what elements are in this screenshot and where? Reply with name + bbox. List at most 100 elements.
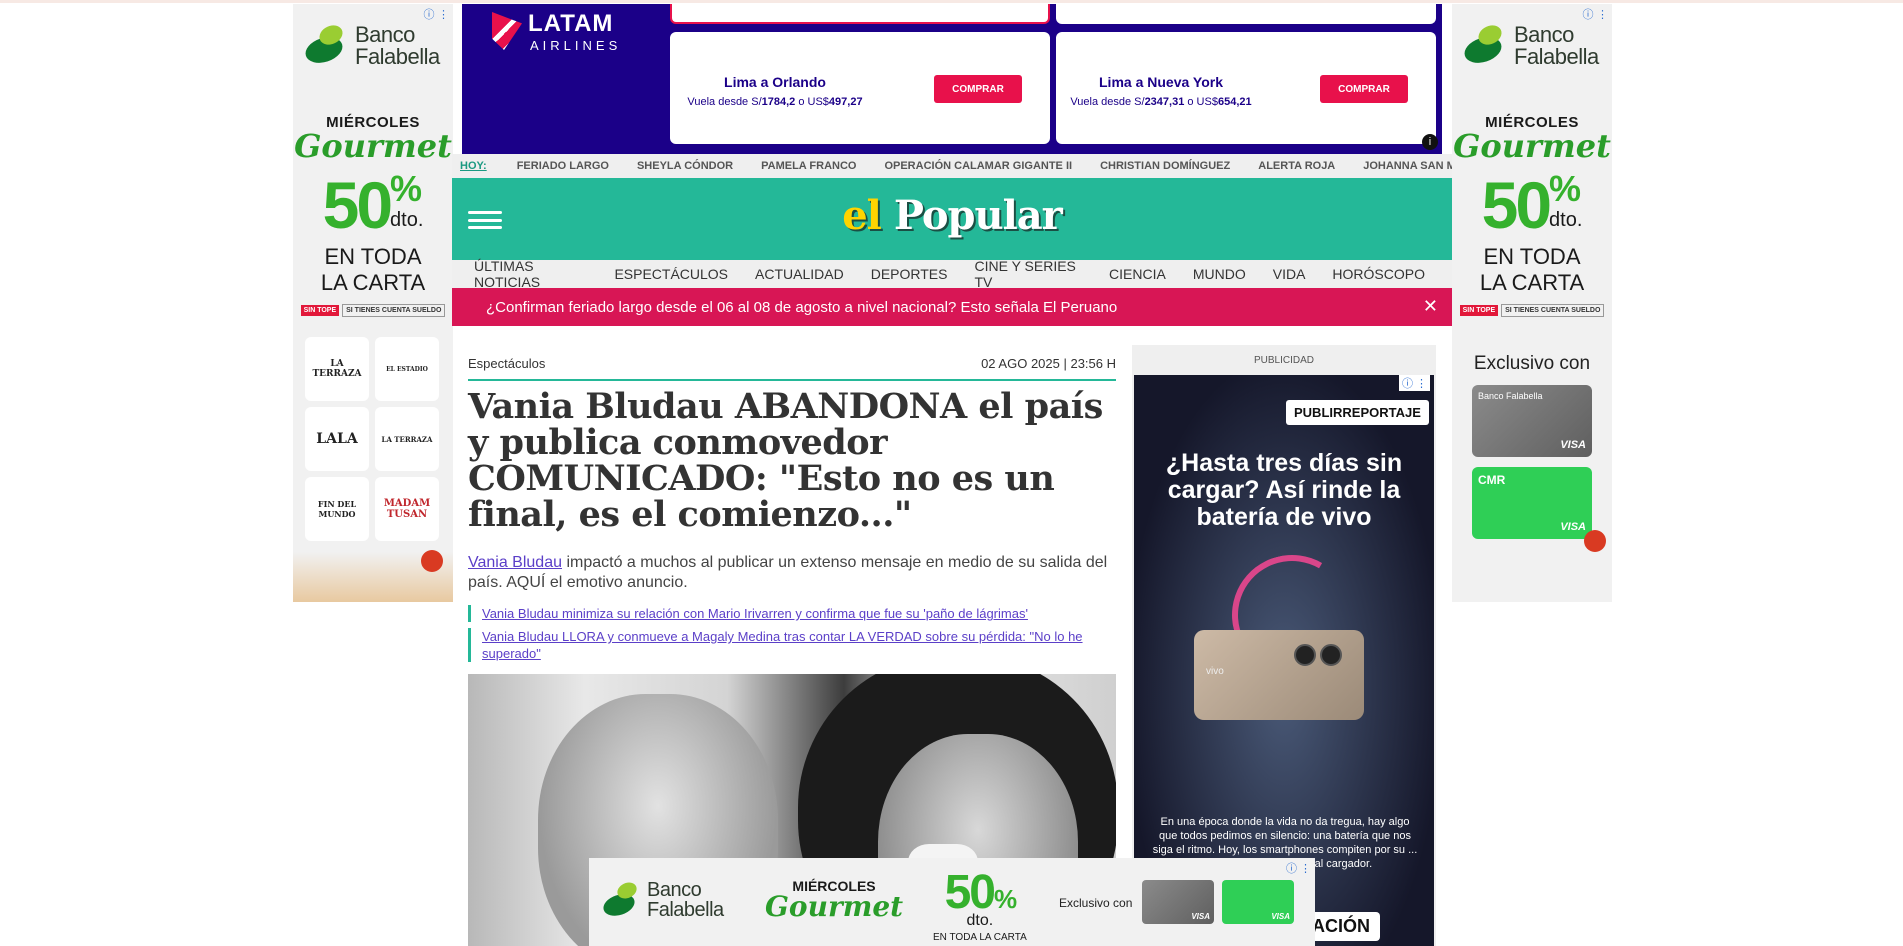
gourmet-label: Gourmet	[765, 890, 904, 923]
miercoles-gourmet: MIÉRCOLES Gourmet	[765, 878, 904, 923]
trending-item[interactable]: PAMELA FRANCO	[761, 160, 856, 172]
lead-text: impactó a muchos al publicar un extenso …	[468, 554, 1108, 591]
latam-airlines-ad[interactable]: LATAM AIRLINES Lima a Orlando Vuela desd…	[462, 4, 1442, 154]
ad-info-icon[interactable]: i	[1422, 134, 1438, 150]
restaurant-logos: LA TERRAZA EL ESTADIO LALA LA TERRAZA FI…	[293, 317, 453, 541]
phone-brand: vivo	[1206, 666, 1224, 677]
publirreportaje-badge: PUBLIRREPORTAJE	[1286, 400, 1429, 425]
trending-item[interactable]: OPERACIÓN CALAMAR GIGANTE II	[884, 160, 1072, 172]
lead-link[interactable]: Vania Bludau	[468, 554, 562, 571]
ad-info-icon[interactable]: ⓘ ⋮	[1583, 6, 1609, 22]
trending-item[interactable]: SHEYLA CÓNDOR	[637, 160, 733, 172]
vivo-ad-headline: ¿Hasta tres días sin cargar? Así rinde l…	[1165, 449, 1403, 531]
falabella-credit-card: VISA	[1142, 880, 1214, 924]
main-nav: ÚLTIMAS NOTICIAS ESPECTÁCULOS ACTUALIDAD…	[452, 258, 1452, 290]
flight-route: Lima a Orlando	[724, 74, 826, 90]
discount-number: 50	[322, 168, 393, 242]
gourmet-label: Gourmet	[294, 127, 452, 165]
article-section[interactable]: Espectáculos	[468, 356, 545, 371]
comprar-button[interactable]: COMPRAR	[934, 75, 1022, 103]
restaurant-logo: EL ESTADIO	[375, 337, 439, 401]
discount-percent: %	[1549, 168, 1582, 209]
sin-tope-badge: SIN TOPE SI TIENES CUENTA SUELDO	[1452, 304, 1612, 317]
discount-dto: dto.	[390, 209, 424, 231]
nav-item[interactable]: ACTUALIDAD	[755, 266, 844, 282]
flight-offer-card[interactable]: Lima a Nueva York Vuela desde S/2347,31 …	[1056, 32, 1436, 144]
falabella-credit-card: Banco Falabella VISA	[1472, 385, 1592, 457]
brand-line1: Banco	[647, 879, 702, 901]
tomato-decoration	[1584, 530, 1606, 552]
brand-line2: Falabella	[1514, 44, 1599, 69]
nav-item[interactable]: CIENCIA	[1109, 266, 1166, 282]
breaking-news-text[interactable]: ¿Confirman feriado largo desde el 06 al …	[486, 299, 1117, 316]
trending-item[interactable]: FERIADO LARGO	[517, 160, 609, 172]
ad-info-icon[interactable]: ⓘ ⋮	[1398, 375, 1430, 391]
falabella-leaf-icon	[600, 879, 641, 920]
trending-item[interactable]: CHRISTIAN DOMÍNGUEZ	[1100, 160, 1230, 172]
article-meta: Espectáculos 02 AGO 2025 | 23:56 H	[468, 345, 1116, 381]
sin-tope-badge: SIN TOPE SI TIENES CUENTA SUELDO	[293, 304, 453, 317]
discount: 50% dto. EN TODA LA CARTA	[933, 869, 1027, 944]
exclusivo-label: Exclusivo con	[1059, 896, 1133, 910]
flight-card-partial	[670, 4, 1050, 24]
restaurant-logo: LA TERRAZA	[375, 407, 439, 471]
nav-item[interactable]: CINE Y SERIES TV	[974, 258, 1082, 290]
sidebar-ad: PUBLICIDAD ⓘ ⋮ PUBLIRREPORTAJE ¿Hasta tr…	[1132, 345, 1436, 946]
related-link[interactable]: Vania Bludau minimiza su relación con Ma…	[482, 606, 1028, 621]
trending-bar: HOY: FERIADO LARGO SHEYLA CÓNDOR PAMELA …	[452, 154, 1452, 178]
trending-label: HOY:	[460, 160, 487, 172]
close-icon[interactable]: ✕	[1423, 296, 1438, 317]
flight-route: Lima a Nueva York	[1099, 74, 1223, 90]
flight-offer-card[interactable]: Lima a Orlando Vuela desde S/1784,2 o US…	[670, 32, 1050, 144]
discount-number: 50	[1481, 168, 1552, 242]
en-toda-la-carta: EN TODA LA CARTA	[933, 932, 1027, 943]
top-border	[0, 0, 1903, 3]
nav-item[interactable]: DEPORTES	[871, 266, 948, 282]
right-banco-falabella-ad[interactable]: ⓘ ⋮ Banco Falabella MIÉRCOLES Gourmet 50 …	[1452, 4, 1612, 602]
discount: 50 % dto.	[1452, 168, 1612, 242]
brand-line1: Banco	[1514, 22, 1574, 47]
sticky-bottom-ad[interactable]: ⓘ ⋮ Banco Falabella MIÉRCOLES Gourmet 50%…	[589, 858, 1315, 946]
comprar-button[interactable]: COMPRAR	[1320, 75, 1408, 103]
related-link[interactable]: Vania Bludau LLORA y conmueve a Magaly M…	[482, 629, 1083, 661]
discount-percent: %	[994, 884, 1017, 914]
article-title: Vania Bludau ABANDONA el país y publica …	[468, 386, 1103, 535]
latam-brand-sub: AIRLINES	[530, 38, 622, 53]
ad-info-icon[interactable]: ⓘ ⋮	[1286, 860, 1311, 876]
nav-item[interactable]: ÚLTIMAS NOTICIAS	[474, 258, 587, 290]
brand-line2: Falabella	[647, 899, 724, 921]
flight-price: Vuela desde S/1784,2 o US$497,27	[687, 96, 863, 108]
en-toda-la-carta: EN TODA LA CARTA	[1479, 244, 1585, 295]
restaurant-logo: MADAM TUSAN	[375, 477, 439, 541]
falabella-leaf-icon	[1461, 21, 1508, 68]
discount-percent: %	[390, 168, 423, 209]
related-link-item: Vania Bludau minimiza su relación con Ma…	[468, 605, 1116, 622]
cmr-credit-card: VISA	[1222, 880, 1294, 924]
camera-icon	[1320, 644, 1342, 666]
flight-price: Vuela desde S/2347,31 o US$654,21	[1070, 96, 1252, 108]
nav-item[interactable]: ESPECTÁCULOS	[614, 266, 728, 282]
article: Espectáculos 02 AGO 2025 | 23:56 H Vania…	[468, 345, 1116, 662]
restaurant-logo: FIN DEL MUNDO	[305, 477, 369, 541]
discount: 50 % dto.	[293, 168, 453, 242]
left-banco-falabella-ad[interactable]: ⓘ ⋮ Banco Falabella MIÉRCOLES Gourmet 50 …	[293, 4, 453, 602]
site-logo[interactable]: el Popular	[452, 192, 1452, 239]
gourmet-label: Gourmet	[1453, 127, 1611, 165]
ad-info-icon[interactable]: ⓘ ⋮	[424, 6, 450, 22]
latam-logo: LATAM AIRLINES	[492, 10, 621, 53]
nav-item[interactable]: MUNDO	[1193, 266, 1246, 282]
flight-card-partial	[1056, 4, 1436, 24]
trending-item[interactable]: JOHANNA SAN MIGUEL	[1363, 160, 1452, 172]
article-date: 02 AGO 2025 | 23:56 H	[981, 356, 1116, 371]
site-header: el Popular	[452, 178, 1452, 260]
brand-line1: Banco	[355, 22, 415, 47]
exclusivo-label: Exclusivo con	[1473, 353, 1591, 374]
brand-line2: Falabella	[355, 44, 440, 69]
nav-item[interactable]: HORÓSCOPO	[1332, 266, 1425, 282]
vivo-phone-image: vivo	[1194, 630, 1364, 720]
breaking-news-bar[interactable]: ¿Confirman feriado largo desde el 06 al …	[452, 288, 1452, 326]
nav-item[interactable]: VIDA	[1273, 266, 1306, 282]
tomato-decoration	[421, 550, 443, 572]
trending-item[interactable]: ALERTA ROJA	[1258, 160, 1335, 172]
camera-icon	[1294, 644, 1316, 666]
